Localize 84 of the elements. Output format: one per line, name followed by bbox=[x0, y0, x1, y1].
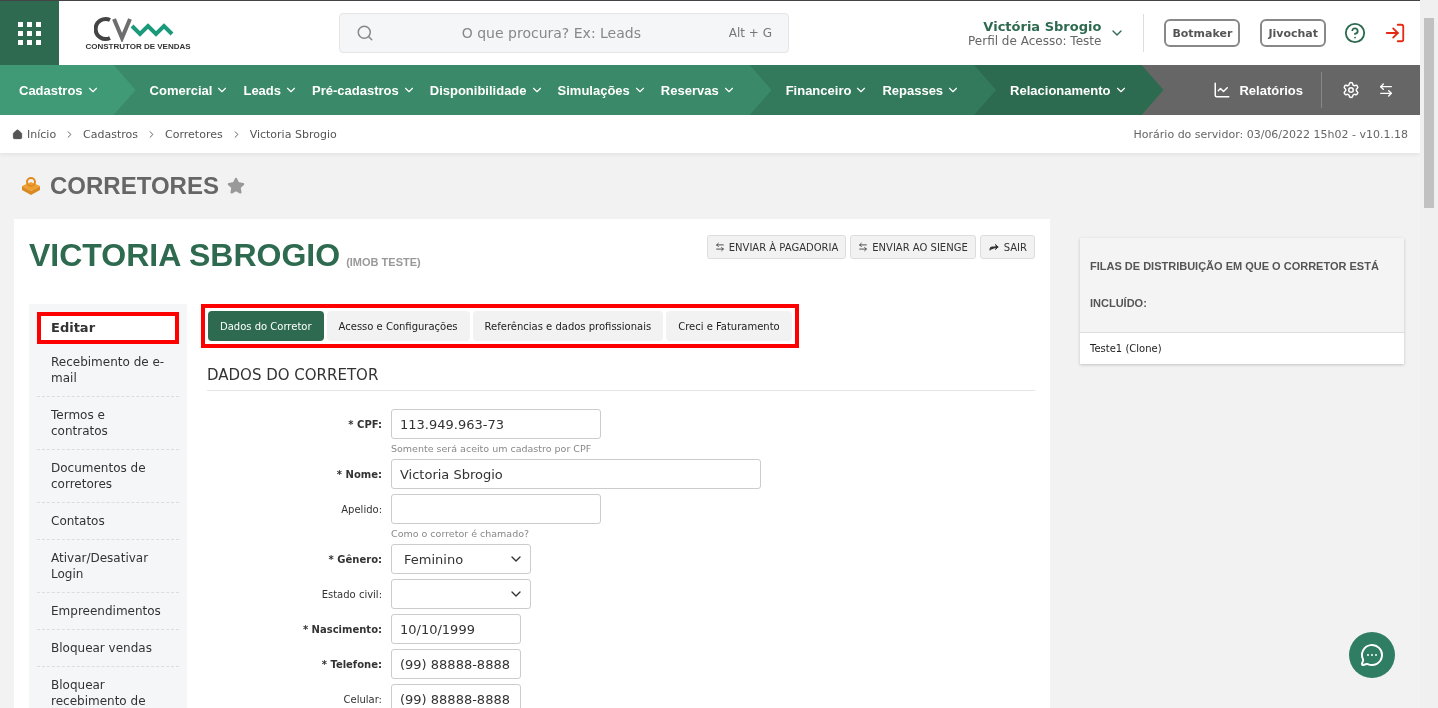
chat-service-button[interactable]: Jivochat bbox=[1260, 19, 1326, 47]
input-field[interactable] bbox=[391, 494, 601, 524]
input-field[interactable]: 10/10/1999 bbox=[391, 614, 521, 644]
swap-arrows-icon bbox=[858, 242, 869, 252]
logout-button[interactable] bbox=[1384, 22, 1406, 44]
field-label: * Gênero: bbox=[327, 553, 382, 565]
tab[interactable]: Acesso e Configurações bbox=[326, 311, 470, 341]
record-name: VICTORIA SBROGIO (IMOB TESTE) bbox=[29, 236, 421, 274]
side-menu-item[interactable]: Documentos de corretores bbox=[37, 450, 179, 503]
field-label: Estado civil: bbox=[320, 588, 382, 600]
reports-button[interactable]: Relatórios bbox=[1195, 72, 1322, 108]
side-menu-item[interactable]: Empreendimentos bbox=[37, 593, 179, 630]
input-field[interactable]: 113.949.963-73 bbox=[391, 409, 601, 439]
side-menu-item[interactable]: Editar bbox=[37, 312, 179, 344]
company-name: (IMOB TESTE) bbox=[346, 256, 421, 268]
side-menu-item[interactable]: Bloquear recebimento de bbox=[37, 667, 179, 708]
search-input[interactable]: O que procura? Ex: Leads bbox=[384, 24, 719, 42]
star-icon[interactable] bbox=[226, 177, 245, 195]
nav-menu-item[interactable]: Financeiro bbox=[785, 82, 869, 98]
nav-menu-item[interactable]: Leads bbox=[243, 82, 299, 98]
nav-menu-item[interactable]: Reservas bbox=[660, 82, 736, 98]
breadcrumb-link[interactable]: Victoria Sbrogio bbox=[249, 127, 337, 141]
queue-item: Teste1 (Clone) bbox=[1080, 333, 1404, 364]
apps-menu-button[interactable] bbox=[0, 1, 59, 65]
tab[interactable]: Dados do Corretor bbox=[208, 311, 324, 341]
nav-menu-item[interactable]: Pré-cadastros bbox=[312, 82, 416, 98]
select-field[interactable]: Feminino bbox=[391, 544, 531, 574]
input-field[interactable]: (99) 88888-8888 bbox=[391, 684, 521, 708]
user-profile: Perfil de Acesso: Teste bbox=[968, 33, 1102, 48]
box-icon bbox=[20, 176, 42, 196]
swap-arrows-icon bbox=[1378, 82, 1394, 98]
field-label: Apelido: bbox=[340, 503, 382, 515]
page-title: CORRETORES bbox=[50, 172, 219, 200]
nav-menu-item[interactable]: Repasses bbox=[882, 82, 961, 98]
search-field[interactable]: O que procura? Ex: Leads Alt + G bbox=[339, 13, 789, 53]
field-label: Celular: bbox=[342, 693, 382, 705]
field-label: * Nome: bbox=[335, 468, 382, 480]
field-label: * Telefone: bbox=[320, 658, 382, 670]
field-label: * CPF: bbox=[347, 418, 382, 430]
chat-bubble-icon bbox=[1360, 643, 1384, 667]
user-menu[interactable]: Victória Sbrogio Perfil de Acesso: Teste bbox=[968, 14, 1145, 52]
nav-menu-item[interactable]: Simulações bbox=[557, 82, 647, 98]
side-menu-item[interactable]: Termos e contratos bbox=[37, 397, 179, 450]
settings-icon bbox=[1342, 81, 1360, 99]
shortcut-hint: Alt + G bbox=[728, 26, 772, 40]
breadcrumb-link[interactable]: Cadastros bbox=[83, 127, 139, 141]
field-label: * Nascimento: bbox=[301, 623, 382, 635]
field-hint: Somente será aceito um cadastro por CPF bbox=[391, 443, 593, 454]
help-icon bbox=[1344, 22, 1366, 44]
side-menu-item[interactable]: Contatos bbox=[37, 503, 179, 540]
select-field[interactable] bbox=[391, 579, 531, 609]
chat-service-button[interactable]: Botmaker bbox=[1164, 19, 1241, 47]
settings-button[interactable] bbox=[1342, 81, 1360, 99]
server-time: Horário do servidor: 03/06/2022 15h02 - v10.1.18 bbox=[1133, 127, 1408, 141]
field-hint: Como o corretor é chamado? bbox=[391, 528, 531, 539]
select-value: Feminino bbox=[404, 551, 464, 567]
side-menu-item[interactable]: Recebimento de e-mail bbox=[37, 344, 179, 397]
search-icon bbox=[356, 24, 374, 42]
action-button[interactable]: SAIR bbox=[979, 235, 1035, 259]
logo-caption: CONSTRUTOR DE VENDAS bbox=[85, 41, 191, 51]
home-icon bbox=[12, 128, 23, 140]
input-field[interactable]: Victoria Sbrogio bbox=[391, 459, 761, 489]
grid-icon bbox=[18, 21, 41, 45]
swap-arrows-button[interactable] bbox=[1378, 82, 1394, 98]
breadcrumb-link[interactable]: Início bbox=[12, 127, 57, 141]
action-button[interactable]: ENVIAR AO SIENGE bbox=[850, 235, 976, 259]
nav-menu-item[interactable]: Comercial bbox=[149, 82, 230, 98]
tab[interactable]: Referências e dados profissionais bbox=[472, 311, 664, 341]
logout-icon bbox=[1384, 22, 1406, 44]
swap-arrows-icon bbox=[714, 242, 725, 252]
action-button[interactable]: ENVIAR À PAGADORIA bbox=[706, 235, 847, 259]
section-title: DADOS DO CORRETOR bbox=[207, 366, 1035, 391]
side-menu-item[interactable]: Ativar/Desativar Login bbox=[37, 540, 179, 593]
breadcrumb-link[interactable]: Corretores bbox=[165, 127, 223, 141]
line-chart-icon bbox=[1213, 81, 1232, 99]
help-button[interactable] bbox=[1344, 22, 1366, 44]
user-name: Victória Sbrogio bbox=[983, 18, 1102, 34]
nav-menu-item[interactable]: Relacionamento bbox=[1010, 82, 1128, 98]
tab[interactable]: Creci e Faturamento bbox=[666, 311, 792, 341]
nav-menu-item[interactable]: Disponibilidade bbox=[429, 82, 544, 98]
side-menu-item[interactable]: Bloquear vendas bbox=[37, 630, 179, 667]
input-field[interactable]: (99) 88888-8888 bbox=[391, 649, 521, 679]
share-arrow-icon bbox=[987, 241, 1000, 253]
chat-button[interactable] bbox=[1349, 632, 1395, 678]
